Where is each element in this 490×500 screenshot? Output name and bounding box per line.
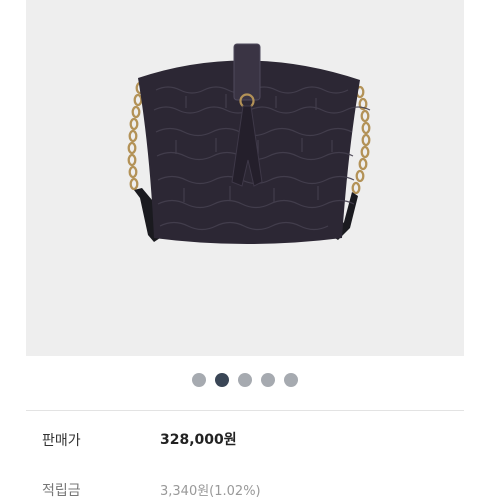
image-carousel-dots xyxy=(0,373,490,389)
bag-flap xyxy=(233,43,261,101)
carousel-dot-1[interactable] xyxy=(192,373,206,387)
carousel-dot-2[interactable] xyxy=(215,373,229,387)
product-image xyxy=(26,0,464,356)
carousel-dot-3[interactable] xyxy=(238,373,252,387)
handbag-illustration xyxy=(127,43,371,245)
section-divider xyxy=(26,410,464,411)
price-label: 판매가 xyxy=(42,433,81,449)
carousel-dot-4[interactable] xyxy=(261,373,275,387)
price-value: 328,000원 xyxy=(160,432,237,448)
left-chain xyxy=(127,81,145,191)
carousel-dot-5[interactable] xyxy=(284,373,298,387)
points-label: 적립금 xyxy=(42,483,81,499)
